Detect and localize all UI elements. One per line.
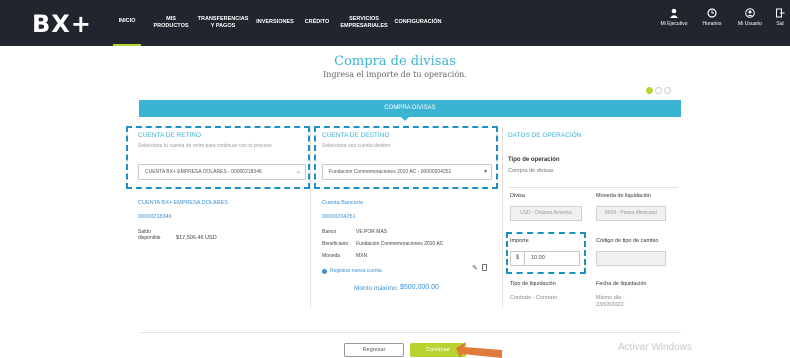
tipo-operacion-value: Compra de divisas bbox=[508, 168, 554, 174]
importe-input[interactable]: $ 10.00 bbox=[510, 251, 580, 266]
saldo-label: Saldo disponible bbox=[138, 229, 161, 242]
horarios-button[interactable]: Horarios bbox=[694, 8, 730, 27]
step-indicator-2 bbox=[655, 87, 662, 94]
importe-label: Importe bbox=[510, 238, 529, 244]
windows-activation-watermark: Activar Windows bbox=[618, 342, 692, 353]
moneda-label: Moneda bbox=[322, 253, 341, 259]
fecha-liquidacion-label: Fecha de liquidación bbox=[596, 281, 647, 287]
mi-usuario-button[interactable]: Mi Usuario bbox=[732, 8, 768, 27]
destino-select-value: Fundacion Conmemoraciones 2010 AC - 0000… bbox=[329, 169, 452, 175]
nav-item-inicio[interactable]: INICIO bbox=[113, 0, 141, 46]
nav-item-inversiones[interactable]: INVERSIONES bbox=[255, 0, 295, 46]
top-navigation-bar: BX+ INICIO MIS PRODUCTOS TRANSFERENCIAS … bbox=[0, 0, 790, 46]
retiro-select-value: CUENTA BX+ EMPRESA DOLARES - 00000218346 bbox=[145, 169, 262, 175]
step-indicator-1 bbox=[646, 87, 653, 94]
tipo-liquidacion-value: Contrato - Contrato bbox=[510, 295, 558, 301]
clock-icon bbox=[707, 8, 717, 18]
moneda-liquidacion-label: Moneda de liquidación bbox=[596, 193, 652, 199]
page-subtitle: Ingresa el importe de tu operación. bbox=[323, 70, 467, 79]
codigo-tipo-cambio-label: Código de tipo de cambio bbox=[596, 238, 659, 244]
back-button[interactable]: Regresar bbox=[344, 343, 404, 357]
edit-icon[interactable]: ✎ bbox=[472, 264, 478, 272]
destino-account-type: Cuenta Bancaria bbox=[322, 200, 363, 206]
retiro-account-select[interactable]: CUENTA BX+ EMPRESA DOLARES - 00000218346… bbox=[138, 164, 306, 180]
codigo-tipo-cambio-field[interactable] bbox=[596, 251, 666, 266]
destino-title: CUENTA DE DESTINO bbox=[322, 132, 390, 139]
beneficiario-label: Beneficiario bbox=[322, 241, 349, 247]
separator bbox=[508, 187, 678, 188]
brand-logo[interactable]: BX+ bbox=[32, 10, 92, 38]
mi-ejecutivo-button[interactable]: Mi Ejecutivo bbox=[656, 8, 692, 27]
divisa-label: Divisa bbox=[510, 193, 525, 199]
mi-ejecutivo-label: Mi Ejecutivo bbox=[660, 21, 688, 27]
moneda-liquidacion-field: MXN - Pesos Mexicano bbox=[596, 206, 666, 221]
nav-item-servicios[interactable]: SERVICIOS EMPRESARIALES bbox=[340, 0, 387, 46]
destino-account-number: 00000204251 bbox=[322, 214, 356, 220]
banco-value: VE POR MAS bbox=[356, 229, 388, 235]
fecha-liquidacion-value: Mismo día - 23/03/2022 bbox=[596, 295, 625, 309]
banner-arrow bbox=[400, 116, 410, 121]
tipo-liquidacion-label: Tipo de liquidación bbox=[510, 281, 556, 287]
user-icon bbox=[670, 8, 678, 18]
nav-item-mis-productos[interactable]: MIS PRODUCTOS bbox=[150, 0, 192, 46]
footer-separator bbox=[139, 332, 681, 333]
importe-prefix: $ bbox=[511, 252, 525, 265]
tipo-operacion-label: Tipo de operación bbox=[508, 157, 560, 163]
step-indicator-3 bbox=[664, 87, 671, 94]
user-circle-icon bbox=[745, 8, 755, 18]
nav-item-transferencias[interactable]: TRANSFERENCIAS Y PAGOS bbox=[198, 0, 249, 46]
nav-item-credito[interactable]: CRÉDITO bbox=[303, 0, 331, 46]
column-divider bbox=[310, 128, 311, 308]
salir-label: Sal bbox=[776, 21, 784, 27]
destino-subtitle: Selecciona una cuenta destino bbox=[322, 143, 391, 149]
chevron-down-icon: ▾ bbox=[483, 169, 487, 175]
retiro-subtitle: Selecciona tu cuenta de retiro para cont… bbox=[138, 143, 272, 149]
destino-account-select[interactable]: Fundacion Conmemoraciones 2010 AC - 0000… bbox=[322, 164, 492, 180]
monto-maximo-label: Monto máximo: bbox=[354, 285, 399, 292]
chevron-down-icon: ⌄ bbox=[295, 169, 301, 175]
beneficiario-value: Fundacion Conmemoraciones 2010 AC bbox=[356, 241, 444, 247]
mi-usuario-label: Mi Usuario bbox=[738, 21, 762, 27]
monto-maximo-value: $500,000.00 bbox=[400, 284, 439, 291]
page-title: Compra de divisas bbox=[334, 54, 456, 69]
column-divider bbox=[502, 128, 503, 308]
pointer-arrow-icon bbox=[456, 342, 502, 358]
register-account-link[interactable]: Registrar nueva cuenta bbox=[330, 268, 382, 274]
salir-button[interactable]: Sal bbox=[770, 8, 790, 27]
plus-circle-icon bbox=[322, 269, 327, 274]
operacion-title: DATOS DE OPERACIÓN bbox=[508, 132, 582, 139]
horarios-label: Horarios bbox=[702, 21, 722, 27]
logout-icon bbox=[776, 8, 785, 18]
moneda-value: MXN bbox=[356, 253, 368, 259]
trash-icon[interactable] bbox=[482, 264, 487, 271]
section-banner: COMPRA DIVISAS bbox=[139, 100, 681, 117]
banco-label: Banco bbox=[322, 229, 337, 235]
importe-value: 10.00 bbox=[531, 255, 545, 261]
retiro-account-number: 00000218346 bbox=[138, 214, 172, 220]
nav-item-configuracion[interactable]: CONFIGURACIÓN bbox=[394, 0, 442, 46]
divisa-field: USD - Dolares America bbox=[510, 206, 582, 221]
saldo-value: $17,506.46 USD bbox=[176, 235, 217, 241]
retiro-account-name: CUENTA BX+ EMPRESA DOLARES bbox=[138, 200, 228, 206]
retiro-title: CUENTA DE RETIRO bbox=[138, 132, 202, 139]
